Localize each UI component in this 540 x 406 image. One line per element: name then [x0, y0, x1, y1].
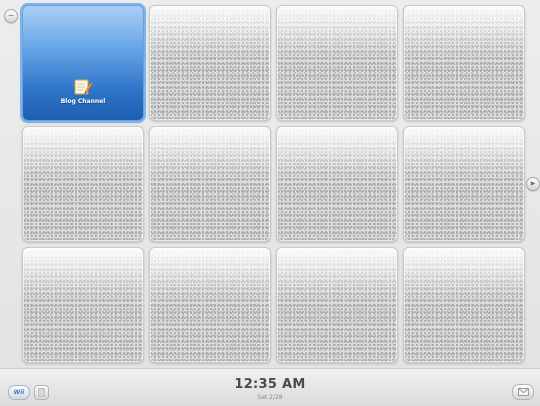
envelope-icon — [517, 388, 529, 396]
empty-channel-tile[interactable] — [22, 126, 144, 242]
channel-grid: Blog Channel — [22, 5, 525, 363]
scroll-right-button[interactable]: ▶ — [526, 177, 540, 191]
message-board-button[interactable] — [512, 384, 534, 400]
empty-channel-tile[interactable] — [276, 126, 398, 242]
empty-channel-tile[interactable] — [149, 126, 271, 242]
channel-label: Blog Channel — [60, 98, 106, 105]
channel-tile-blog[interactable]: Blog Channel — [22, 5, 144, 121]
empty-channel-tile[interactable] — [149, 247, 271, 363]
channel-menu: − Blog Channel ▶ — [0, 0, 540, 368]
scroll-left-button[interactable]: − — [4, 9, 18, 23]
empty-channel-tile[interactable] — [276, 5, 398, 121]
empty-channel-tile[interactable] — [22, 247, 144, 363]
clock-time: 12:35 AM — [234, 377, 306, 392]
empty-channel-tile[interactable] — [403, 247, 525, 363]
empty-channel-tile[interactable] — [403, 5, 525, 121]
play-arrow-icon: ▶ — [530, 180, 536, 187]
minus-icon: − — [7, 11, 15, 20]
notepad-pencil-icon — [74, 79, 93, 95]
empty-channel-tile[interactable] — [403, 126, 525, 242]
clock-date: Sat 2/28 — [257, 394, 283, 401]
empty-channel-tile[interactable] — [149, 5, 271, 121]
empty-channel-tile[interactable] — [276, 247, 398, 363]
